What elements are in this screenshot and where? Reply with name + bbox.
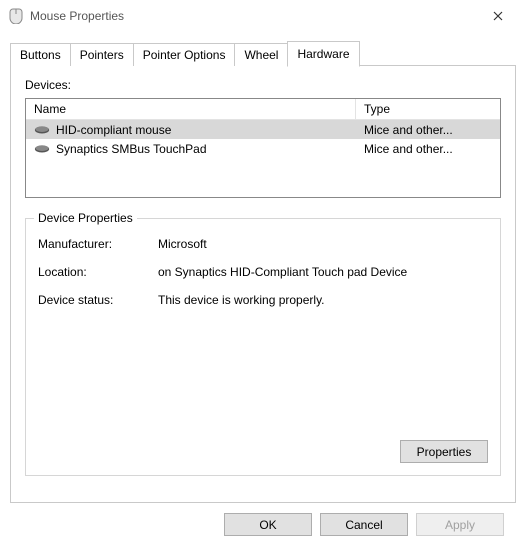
mouse-device-icon — [34, 124, 50, 136]
properties-button[interactable]: Properties — [400, 440, 488, 463]
status-value: This device is working properly. — [158, 293, 488, 307]
close-button[interactable] — [478, 2, 518, 30]
manufacturer-value: Microsoft — [158, 237, 488, 251]
apply-button[interactable]: Apply — [416, 513, 504, 536]
dialog-button-row: OK Cancel Apply — [10, 503, 516, 536]
column-header-name[interactable]: Name — [26, 99, 356, 119]
location-value: on Synaptics HID-Compliant Touch pad Dev… — [158, 265, 488, 279]
device-row[interactable]: HID-compliant mouse Mice and other... — [26, 120, 500, 139]
status-label: Device status: — [38, 293, 158, 307]
tab-hardware[interactable]: Hardware — [287, 41, 359, 67]
tab-panel-hardware: Devices: Name Type HID-compliant mouse M… — [10, 65, 516, 503]
manufacturer-label: Manufacturer: — [38, 237, 158, 251]
tabstrip: Buttons Pointers Pointer Options Wheel H… — [10, 40, 516, 66]
devices-label: Devices: — [25, 78, 501, 92]
mouse-icon — [8, 8, 24, 24]
device-name-text: HID-compliant mouse — [56, 123, 171, 137]
window-title: Mouse Properties — [30, 9, 478, 23]
device-type-cell: Mice and other... — [356, 123, 500, 137]
titlebar: Mouse Properties — [0, 0, 526, 32]
cancel-button[interactable]: Cancel — [320, 513, 408, 536]
device-properties-legend: Device Properties — [34, 211, 137, 225]
tab-buttons[interactable]: Buttons — [10, 43, 71, 66]
tab-wheel[interactable]: Wheel — [234, 43, 288, 66]
tab-pointers[interactable]: Pointers — [70, 43, 134, 66]
tab-pointer-options[interactable]: Pointer Options — [133, 43, 236, 66]
device-list-header: Name Type — [26, 99, 500, 120]
device-list[interactable]: Name Type HID-compliant mouse Mice and o… — [25, 98, 501, 198]
device-name-cell: Synaptics SMBus TouchPad — [26, 142, 356, 156]
device-type-cell: Mice and other... — [356, 142, 500, 156]
device-row[interactable]: Synaptics SMBus TouchPad Mice and other.… — [26, 139, 500, 158]
device-name-cell: HID-compliant mouse — [26, 123, 356, 137]
device-name-text: Synaptics SMBus TouchPad — [56, 142, 207, 156]
dialog-content: Buttons Pointers Pointer Options Wheel H… — [0, 32, 526, 546]
device-properties-group: Device Properties Manufacturer: Microsof… — [25, 218, 501, 476]
mouse-device-icon — [34, 143, 50, 155]
column-header-type[interactable]: Type — [356, 99, 500, 119]
ok-button[interactable]: OK — [224, 513, 312, 536]
location-label: Location: — [38, 265, 158, 279]
